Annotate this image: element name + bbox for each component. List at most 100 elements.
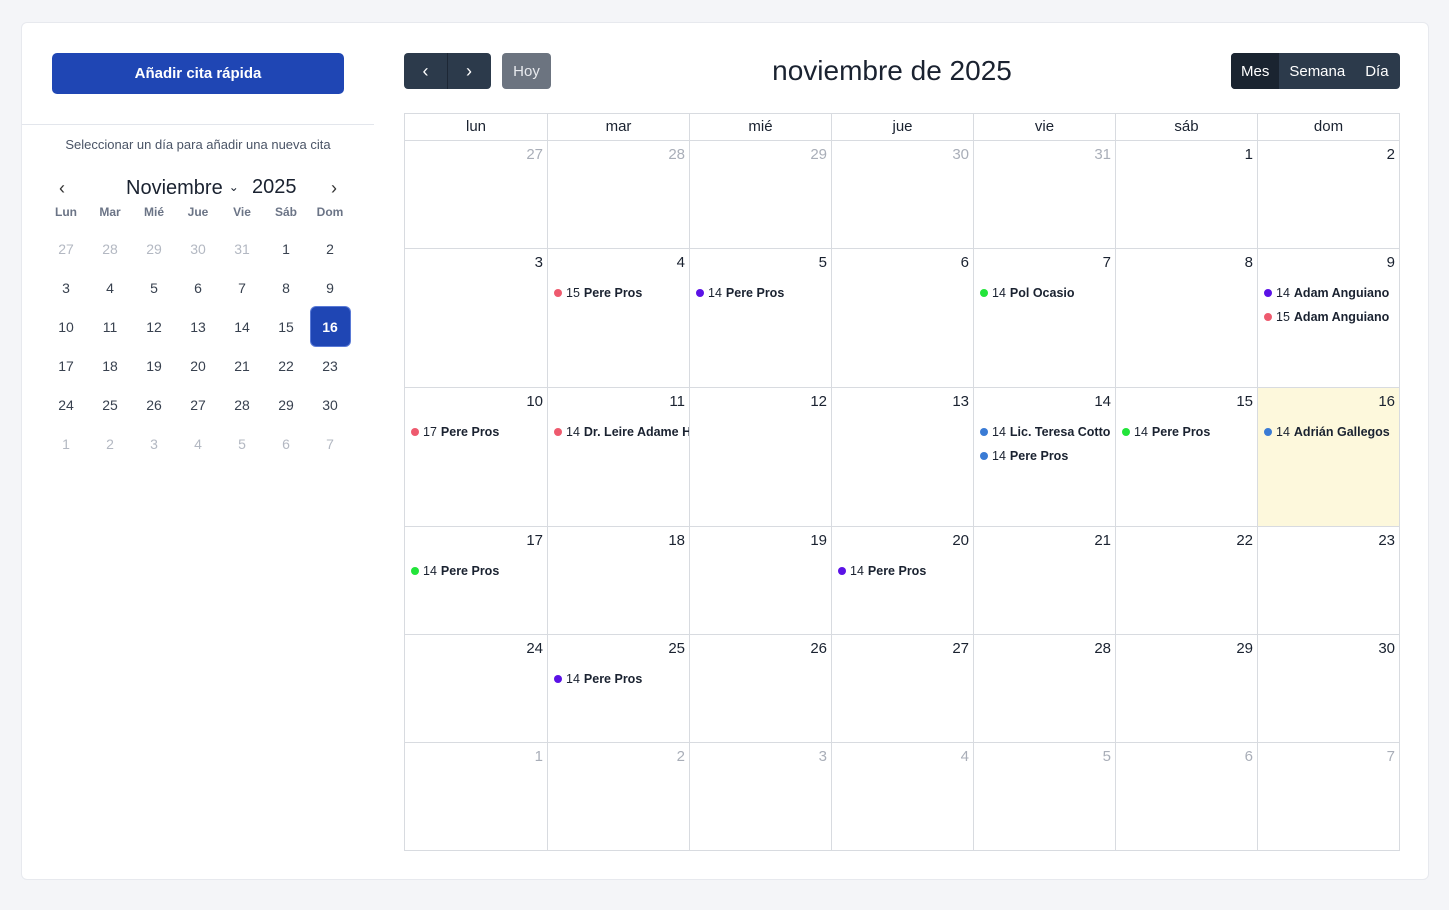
day-cell[interactable]: 21	[973, 527, 1115, 634]
event-item[interactable]: 14 Pere Pros	[405, 559, 547, 583]
event-item[interactable]: 14 Adrián Gallegos	[1258, 420, 1399, 444]
day-cell[interactable]: 24	[405, 635, 547, 742]
mini-day[interactable]: 21	[220, 346, 264, 385]
event-item[interactable]: 14 Pol Ocasio	[974, 281, 1115, 305]
day-cell[interactable]: 29	[1115, 635, 1257, 742]
day-cell[interactable]: 19	[689, 527, 831, 634]
event-item[interactable]: 14 Pere Pros	[1116, 420, 1257, 444]
day-cell[interactable]: 2	[547, 743, 689, 851]
mini-day[interactable]: 23	[308, 346, 352, 385]
mini-day[interactable]: 22	[264, 346, 308, 385]
day-cell[interactable]: 31	[973, 141, 1115, 248]
event-item[interactable]: 14 Pere Pros	[548, 667, 689, 691]
mini-day[interactable]: 17	[44, 346, 88, 385]
day-cell[interactable]: 11 14 Dr. Leire Adame H	[547, 388, 689, 526]
day-cell[interactable]: 27	[405, 141, 547, 248]
event-item[interactable]: 14 Dr. Leire Adame H	[548, 420, 689, 444]
event-item[interactable]: 14 Pere Pros	[690, 281, 831, 305]
mini-day[interactable]: 1	[44, 424, 88, 463]
day-cell[interactable]: 28	[973, 635, 1115, 742]
event-item[interactable]: 14 Pere Pros	[832, 559, 973, 583]
mini-day[interactable]: 7	[308, 424, 352, 463]
day-cell[interactable]: 23	[1257, 527, 1399, 634]
mini-day[interactable]: 27	[176, 385, 220, 424]
mini-day[interactable]: 5	[220, 424, 264, 463]
mini-day[interactable]: 12	[132, 307, 176, 346]
day-cell[interactable]: 25 14 Pere Pros	[547, 635, 689, 742]
mini-day[interactable]: 4	[88, 268, 132, 307]
event-item[interactable]: 14 Lic. Teresa Cotto	[974, 420, 1115, 444]
mini-prev-month-icon[interactable]: ‹	[52, 177, 72, 199]
day-cell[interactable]: 17 14 Pere Pros	[405, 527, 547, 634]
view-semana-button[interactable]: Semana	[1279, 53, 1355, 89]
day-cell[interactable]: 3	[405, 249, 547, 387]
mini-day[interactable]: 19	[132, 346, 176, 385]
day-cell[interactable]: 5 14 Pere Pros	[689, 249, 831, 387]
quick-add-appointment-button[interactable]: Añadir cita rápida	[52, 53, 344, 94]
mini-day[interactable]: 30	[176, 229, 220, 268]
day-cell[interactable]: 15 14 Pere Pros	[1115, 388, 1257, 526]
day-cell[interactable]: 3	[689, 743, 831, 851]
next-month-button[interactable]: ›	[447, 53, 490, 89]
mini-day[interactable]: 3	[44, 268, 88, 307]
day-cell[interactable]: 6	[831, 249, 973, 387]
day-cell[interactable]: 1	[405, 743, 547, 851]
mini-day[interactable]: 1	[264, 229, 308, 268]
day-cell[interactable]: 14 14 Lic. Teresa Cotto 14 Pere Pros	[973, 388, 1115, 526]
day-cell[interactable]: 27	[831, 635, 973, 742]
mini-day[interactable]: 25	[88, 385, 132, 424]
mini-day[interactable]: 26	[132, 385, 176, 424]
day-cell[interactable]: 18	[547, 527, 689, 634]
view-mes-button[interactable]: Mes	[1231, 53, 1280, 89]
event-item[interactable]: 15 Adam Anguiano	[1258, 305, 1399, 329]
mini-day[interactable]: 10	[44, 307, 88, 346]
mini-day-selected[interactable]: 16	[308, 307, 352, 346]
mini-day[interactable]: 31	[220, 229, 264, 268]
mini-day[interactable]: 6	[176, 268, 220, 307]
mini-day[interactable]: 7	[220, 268, 264, 307]
event-item[interactable]: 14 Adam Anguiano	[1258, 281, 1399, 305]
mini-day[interactable]: 28	[88, 229, 132, 268]
day-cell[interactable]: 29	[689, 141, 831, 248]
mini-day[interactable]: 6	[264, 424, 308, 463]
day-cell[interactable]: 20 14 Pere Pros	[831, 527, 973, 634]
mini-day[interactable]: 29	[132, 229, 176, 268]
day-cell[interactable]: 26	[689, 635, 831, 742]
mini-day[interactable]: 2	[88, 424, 132, 463]
mini-month-select[interactable]: Noviembre ⌄	[126, 173, 239, 202]
mini-day[interactable]: 28	[220, 385, 264, 424]
day-cell[interactable]: 2	[1257, 141, 1399, 248]
view-día-button[interactable]: Día	[1355, 53, 1398, 89]
mini-day[interactable]: 3	[132, 424, 176, 463]
event-item[interactable]: 17 Pere Pros	[405, 420, 547, 444]
day-cell[interactable]: 30	[1257, 635, 1399, 742]
day-cell[interactable]: 4	[831, 743, 973, 851]
day-cell-today[interactable]: 16 14 Adrián Gallegos	[1257, 388, 1399, 526]
day-cell[interactable]: 8	[1115, 249, 1257, 387]
today-button[interactable]: Hoy	[502, 53, 551, 89]
mini-day[interactable]: 30	[308, 385, 352, 424]
mini-day[interactable]: 11	[88, 307, 132, 346]
day-cell[interactable]: 6	[1115, 743, 1257, 851]
day-cell[interactable]: 10 17 Pere Pros	[405, 388, 547, 526]
mini-day[interactable]: 20	[176, 346, 220, 385]
mini-day[interactable]: 13	[176, 307, 220, 346]
day-cell[interactable]: 9 14 Adam Anguiano 15 Adam Anguiano	[1257, 249, 1399, 387]
mini-day[interactable]: 8	[264, 268, 308, 307]
event-item[interactable]: 14 Pere Pros	[974, 444, 1115, 468]
day-cell[interactable]: 13	[831, 388, 973, 526]
mini-day[interactable]: 29	[264, 385, 308, 424]
mini-day[interactable]: 4	[176, 424, 220, 463]
day-cell[interactable]: 4 15 Pere Pros	[547, 249, 689, 387]
mini-next-month-icon[interactable]: ›	[324, 177, 344, 199]
mini-day[interactable]: 24	[44, 385, 88, 424]
day-cell[interactable]: 1	[1115, 141, 1257, 248]
mini-day[interactable]: 9	[308, 268, 352, 307]
day-cell[interactable]: 30	[831, 141, 973, 248]
event-item[interactable]: 15 Pere Pros	[548, 281, 689, 305]
day-cell[interactable]: 28	[547, 141, 689, 248]
day-cell[interactable]: 5	[973, 743, 1115, 851]
mini-day[interactable]: 2	[308, 229, 352, 268]
day-cell[interactable]: 12	[689, 388, 831, 526]
day-cell[interactable]: 22	[1115, 527, 1257, 634]
